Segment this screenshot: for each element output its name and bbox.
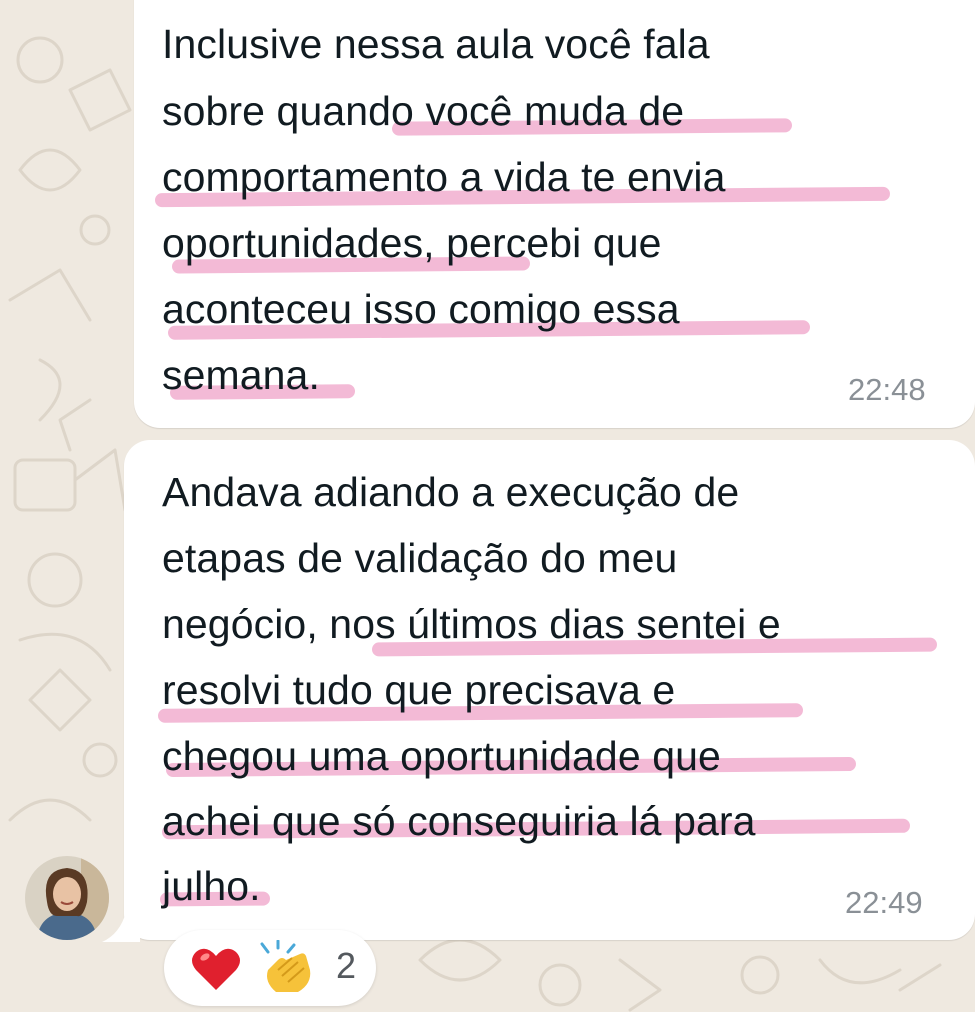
message-text-line: Inclusive nessa aula você fala (162, 21, 710, 67)
reactions-pill[interactable]: 2 (164, 930, 376, 1006)
message-text-line: etapas de validação do meu (162, 535, 678, 581)
message-timestamp: 22:48 (848, 372, 926, 407)
clapping-hands-icon (260, 940, 311, 992)
message-text-line: negócio, nos últimos dias sentei e (162, 601, 781, 647)
message-text-line: julho. (162, 863, 261, 909)
bubble-tail (102, 912, 140, 942)
message-text-line: achei que só conseguiria lá para (162, 798, 756, 844)
message-text-line: resolvi tudo que precisava e (162, 667, 676, 713)
message-text-line: chegou uma oportunidade que (162, 733, 721, 779)
message-text-line: comportamento a vida te envia (162, 154, 726, 200)
message-text-line: semana. (162, 352, 320, 398)
message-text-line: sobre quando você muda de (162, 88, 685, 134)
reaction-count: 2 (336, 945, 357, 986)
message-text-line: Andava adiando a execução de (162, 469, 740, 515)
heart-icon (192, 948, 240, 990)
message-text-line: oportunidades, percebi que (162, 220, 662, 266)
sender-avatar[interactable] (25, 856, 109, 940)
message-text-line: aconteceu isso comigo essa (162, 286, 680, 332)
message-timestamp: 22:49 (845, 885, 923, 920)
